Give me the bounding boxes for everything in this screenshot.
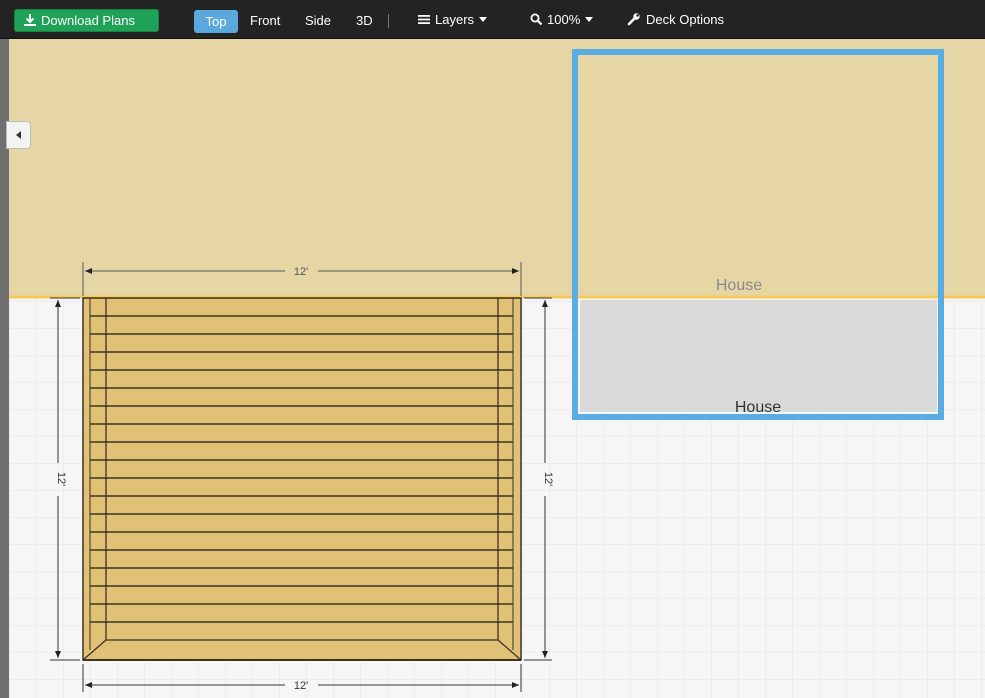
house-area <box>9 38 985 297</box>
collapse-sidebar-button[interactable] <box>6 121 31 149</box>
toolbar-divider <box>388 14 389 28</box>
house-wall-label: House <box>735 399 781 416</box>
dimension-label-top: 12' <box>294 266 308 278</box>
dimension-label-left: 12' <box>55 472 67 486</box>
view-tab-top[interactable]: Top <box>194 10 238 33</box>
design-canvas[interactable]: House House 12' 12' 12' 12' <box>0 0 985 698</box>
view-tab-front[interactable]: Front <box>250 12 280 30</box>
download-icon <box>24 14 36 26</box>
house-wall-section <box>580 300 937 412</box>
chevron-down-icon <box>479 17 488 22</box>
top-toolbar: Download Plans Top Front Side 3D Layers … <box>0 0 985 39</box>
wrench-icon <box>627 13 640 26</box>
download-plans-button[interactable]: Download Plans <box>14 9 159 32</box>
layers-icon <box>418 15 430 24</box>
download-plans-label: Download Plans <box>41 13 135 28</box>
house-outline-label: House <box>716 277 762 294</box>
dimension-label-bottom: 12' <box>294 680 308 692</box>
dimension-label-right: 12' <box>542 472 554 486</box>
deck-options-label: Deck Options <box>646 12 725 27</box>
app-window: Download Plans Top Front Side 3D Layers … <box>0 0 985 698</box>
layers-label: Layers <box>435 12 475 27</box>
collapse-left-icon <box>16 131 21 139</box>
deck[interactable] <box>82 297 522 661</box>
zoom-level: 100% <box>547 12 581 27</box>
deck-options-button[interactable]: Deck Options <box>627 11 724 29</box>
chevron-down-icon <box>585 17 594 22</box>
layers-menu[interactable]: Layers <box>418 11 488 29</box>
magnifier-icon <box>530 13 543 26</box>
zoom-menu[interactable]: 100% <box>530 11 594 29</box>
view-tab-side[interactable]: Side <box>305 12 331 30</box>
view-tab-3d[interactable]: 3D <box>356 12 373 30</box>
